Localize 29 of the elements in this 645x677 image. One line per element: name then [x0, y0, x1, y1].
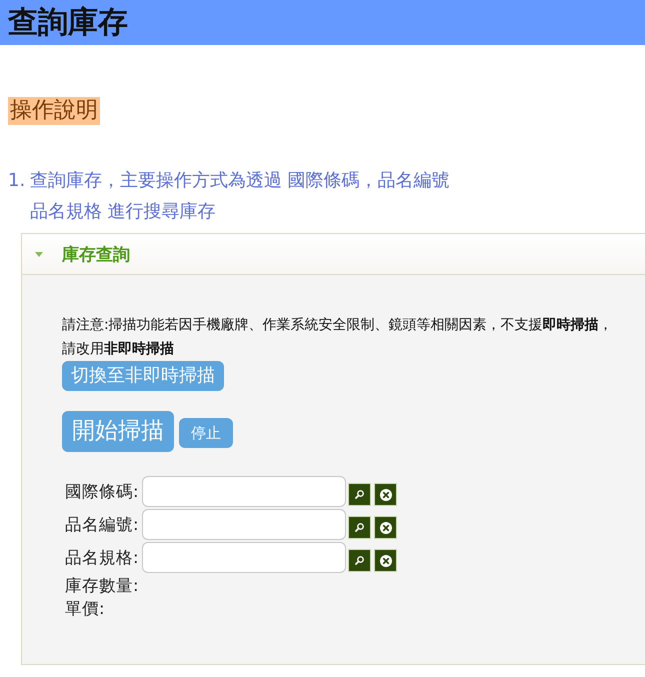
stop-button[interactable]: 停止: [179, 418, 233, 448]
circle-x-icon: [380, 522, 392, 534]
search-button[interactable]: [348, 516, 371, 539]
circle-x-icon: [380, 554, 392, 566]
search-icon: [355, 523, 364, 532]
clear-button[interactable]: [374, 516, 397, 539]
input-field[interactable]: [142, 509, 346, 540]
input-field[interactable]: [142, 542, 346, 573]
input-field[interactable]: [142, 476, 346, 507]
switch-mode-button[interactable]: 切換至非即時掃描: [62, 361, 224, 391]
instruction-text: 查詢庫存，主要操作方式為透過 國際條碼，品名編號品名規格 進行搜尋庫存: [30, 169, 451, 224]
circle-x-icon: [380, 488, 392, 500]
section-heading: 操作說明: [8, 97, 100, 125]
search-button[interactable]: [348, 483, 371, 506]
caret-down-icon: [35, 252, 43, 256]
search-button[interactable]: [348, 549, 371, 572]
field-label: 庫存數量:: [65, 574, 140, 596]
item-number: 1.: [8, 169, 26, 193]
field-label: 國際條碼:: [65, 480, 140, 502]
clear-button[interactable]: [374, 549, 397, 572]
search-icon: [355, 490, 364, 499]
start-scan-button[interactable]: 開始掃描: [62, 411, 174, 452]
field-label: 單價:: [65, 598, 106, 620]
page-title: 查詢庫存: [8, 4, 128, 40]
notice-text: 請注意:掃描功能若因手機廠牌、作業系統安全限制、鏡頭等相關因素，不支援即時掃描， 請改用非即時掃描: [62, 316, 614, 359]
field-label: 品名編號:: [65, 514, 140, 536]
clear-button[interactable]: [374, 483, 397, 506]
search-icon: [355, 556, 364, 565]
field-label: 品名規格:: [65, 546, 140, 568]
